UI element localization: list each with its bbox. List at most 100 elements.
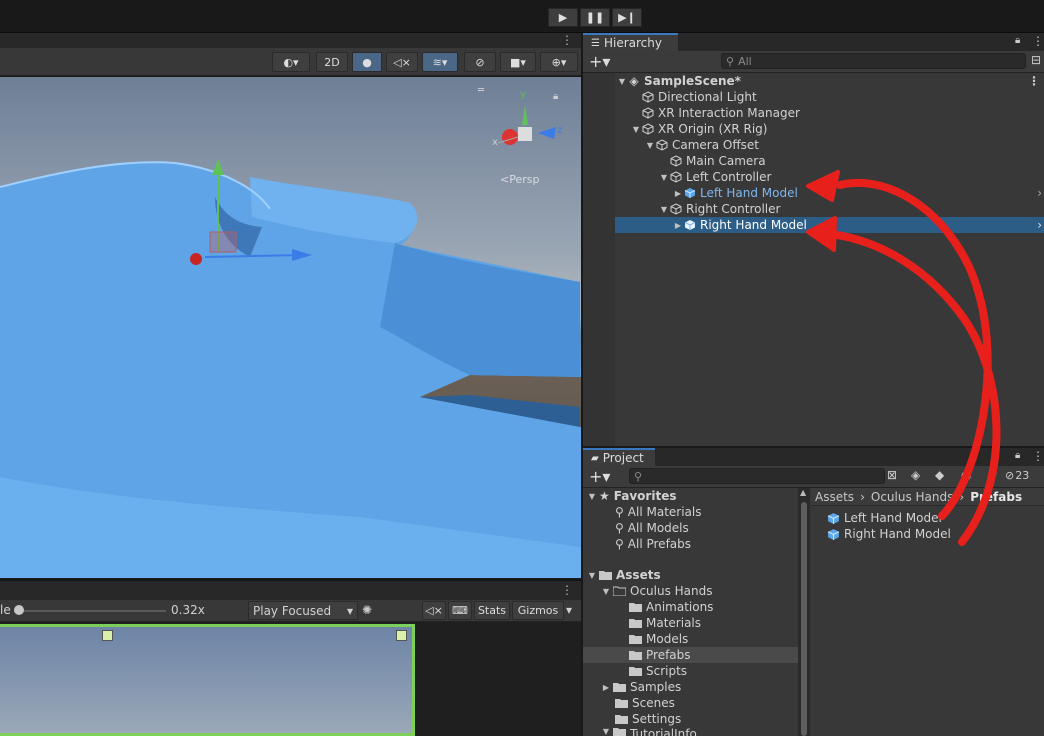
chevron-right-icon[interactable]: › bbox=[1037, 218, 1042, 232]
star-icon[interactable]: ★ bbox=[987, 468, 998, 482]
scale-slider[interactable] bbox=[18, 610, 166, 612]
visibility-toggle[interactable]: ⊘ bbox=[464, 52, 496, 72]
eye-slash-icon: ⊘ bbox=[475, 55, 485, 69]
folder-icon bbox=[629, 603, 642, 612]
folder-icon bbox=[629, 667, 642, 676]
kebab-menu-icon[interactable]: ⋮ bbox=[1032, 449, 1044, 463]
tab-project[interactable]: ▰ Project bbox=[583, 448, 655, 466]
gameobject-icon bbox=[641, 106, 655, 120]
save-search-icon[interactable]: ◐ bbox=[961, 468, 971, 482]
gameobject-icon bbox=[669, 170, 683, 184]
add-icon[interactable]: +▾ bbox=[589, 467, 610, 486]
drag-handle-icon[interactable]: ═ bbox=[478, 85, 484, 96]
camera-dropdown[interactable]: ■▾ bbox=[500, 52, 536, 72]
tree-scrollbar[interactable]: ▲ bbox=[798, 488, 810, 736]
top-toolbar: ▶ ❚❚ ▶❙ bbox=[0, 0, 1044, 33]
chevron-right-icon: ▶ bbox=[602, 682, 610, 692]
kebab-menu-icon[interactable]: ⋮ bbox=[1028, 74, 1040, 88]
breadcrumb-item[interactable]: Assets bbox=[815, 490, 854, 504]
play-mode-dropdown[interactable]: Play Focused ▾ bbox=[248, 601, 358, 620]
tab-hierarchy[interactable]: ☰ Hierarchy bbox=[583, 33, 678, 51]
play-button[interactable]: ▶ bbox=[548, 8, 578, 27]
prefab-icon bbox=[827, 528, 840, 540]
resize-handle[interactable] bbox=[396, 630, 407, 641]
list-item[interactable]: ⚲ All Models bbox=[583, 520, 798, 536]
bug-icon[interactable]: ✺ bbox=[362, 603, 372, 617]
folder-icon bbox=[613, 683, 626, 692]
list-item[interactable]: Materials bbox=[583, 615, 798, 631]
hidden-packages-toggle[interactable]: ⊘ 23 bbox=[1005, 469, 1029, 482]
scene-toolbar: ◐▾ 2D ● ◁× ≋▾ ⊘ ■▾ ⊕▾ bbox=[0, 48, 581, 76]
shading-mode-dropdown[interactable]: ◐▾ bbox=[272, 52, 310, 72]
resize-handle[interactable] bbox=[102, 630, 113, 641]
audio-toggle[interactable]: ◁× bbox=[386, 52, 418, 72]
list-item[interactable]: ▶ Samples bbox=[583, 679, 798, 695]
gameobject-icon bbox=[641, 90, 655, 104]
list-item[interactable]: ▼ TutorialInfo bbox=[583, 727, 798, 736]
breadcrumb-item[interactable]: Prefabs bbox=[970, 490, 1022, 504]
search-options-icon[interactable]: ⊟ bbox=[1031, 53, 1041, 67]
projection-label[interactable]: <Persp bbox=[500, 173, 539, 186]
lighting-toggle[interactable]: ● bbox=[352, 52, 382, 72]
lock-icon[interactable]: 🔒︎ bbox=[1015, 450, 1020, 461]
list-item[interactable]: ▼ Right Controller bbox=[583, 201, 1044, 217]
project-tree: ▼ ★ Favorites ⚲ All Materials ⚲ All Models… bbox=[583, 488, 798, 736]
2d-toggle[interactable]: 2D bbox=[316, 52, 348, 72]
label-icon[interactable]: ◆ bbox=[935, 468, 944, 482]
kebab-menu-icon[interactable]: ⋮ bbox=[561, 33, 573, 47]
chevron-up-icon[interactable]: ▲ bbox=[800, 488, 806, 497]
list-item[interactable]: Main Camera bbox=[583, 153, 1044, 169]
list-item[interactable]: ▶ Right Hand Model › bbox=[583, 217, 1044, 233]
search-by-type-icon[interactable]: ⊠ bbox=[887, 468, 897, 482]
scene-viewport[interactable]: y z x ═ 🔒︎ <Persp bbox=[0, 77, 581, 578]
audio-toggle[interactable]: ◁× bbox=[422, 601, 446, 620]
filter-type-icon[interactable]: ◈ bbox=[911, 468, 920, 482]
asset-item[interactable]: Right Hand Model bbox=[827, 526, 951, 542]
lock-icon[interactable]: 🔒︎ bbox=[553, 91, 558, 102]
list-item[interactable]: Models bbox=[583, 631, 798, 647]
list-item[interactable]: ▶ Left Hand Model › bbox=[583, 185, 1044, 201]
chevron-right-icon: ▶ bbox=[674, 188, 682, 198]
list-item[interactable]: ▼ ★ Favorites bbox=[583, 488, 798, 504]
hierarchy-search-input[interactable]: ⚲ All bbox=[721, 53, 1026, 69]
list-item[interactable]: XR Interaction Manager bbox=[583, 105, 1044, 121]
list-item[interactable]: Scripts bbox=[583, 663, 798, 679]
step-button[interactable]: ▶❙ bbox=[612, 8, 642, 27]
list-item[interactable]: ▼ Camera Offset bbox=[583, 137, 1044, 153]
scrollbar-thumb[interactable] bbox=[801, 502, 807, 736]
list-item[interactable]: ▼ Left Controller bbox=[583, 169, 1044, 185]
list-item[interactable]: Animations bbox=[583, 599, 798, 615]
breadcrumb-item[interactable]: Oculus Hands bbox=[871, 490, 954, 504]
list-item[interactable]: ▼ XR Origin (XR Rig) bbox=[583, 121, 1044, 137]
scale-slider-thumb[interactable] bbox=[14, 605, 24, 615]
gizmos-button[interactable]: Gizmos bbox=[512, 601, 564, 620]
list-item[interactable]: Directional Light bbox=[583, 89, 1044, 105]
game-viewport[interactable] bbox=[0, 622, 581, 736]
effects-dropdown[interactable]: ≋▾ bbox=[422, 52, 458, 72]
list-item[interactable]: ▼ ◈ SampleScene* ⋮ bbox=[583, 73, 1044, 89]
list-item[interactable]: ⚲ All Prefabs bbox=[583, 536, 798, 552]
stats-button[interactable]: Stats bbox=[474, 601, 510, 620]
project-tab-bar: ▰ Project 🔒︎ ⋮ bbox=[583, 448, 1044, 466]
add-icon[interactable]: +▾ bbox=[589, 52, 610, 71]
list-item[interactable]: ⚲ All Materials bbox=[583, 504, 798, 520]
list-item[interactable]: Settings bbox=[583, 711, 798, 727]
asset-item[interactable]: Left Hand Model bbox=[827, 510, 942, 526]
chevron-right-icon[interactable]: › bbox=[1037, 186, 1042, 200]
project-search-input[interactable]: ⚲ bbox=[629, 468, 885, 484]
camera-icon: ■▾ bbox=[510, 55, 526, 69]
eye-slash-icon: ⊘ bbox=[1005, 469, 1015, 482]
pause-button[interactable]: ❚❚ bbox=[580, 8, 610, 27]
list-item[interactable]: ▼ Assets bbox=[583, 567, 798, 583]
mute-icon: ◁× bbox=[425, 604, 443, 617]
list-item[interactable]: ▼ Oculus Hands bbox=[583, 583, 798, 599]
lock-icon[interactable]: 🔒︎ bbox=[1015, 35, 1020, 46]
keyboard-toggle[interactable]: ⌨ bbox=[448, 601, 472, 620]
list-item[interactable]: Scenes bbox=[583, 695, 798, 711]
list-item[interactable]: Prefabs bbox=[583, 647, 798, 663]
chevron-down-icon[interactable]: ▾ bbox=[566, 603, 572, 617]
gizmos-dropdown[interactable]: ⊕▾ bbox=[540, 52, 578, 72]
kebab-menu-icon[interactable]: ⋮ bbox=[1032, 34, 1044, 48]
list-icon: ☰ bbox=[591, 37, 600, 49]
kebab-menu-icon[interactable]: ⋮ bbox=[561, 583, 573, 597]
